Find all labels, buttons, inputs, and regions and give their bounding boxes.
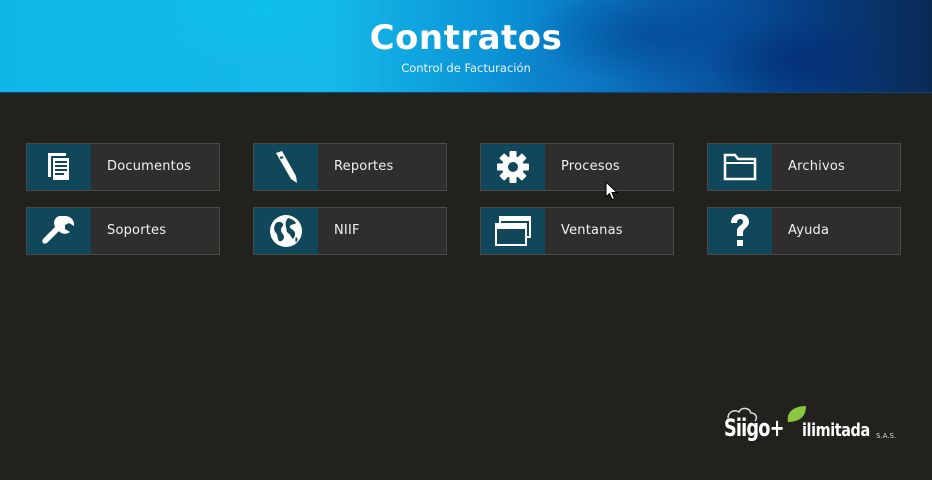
document-icon	[27, 144, 91, 190]
page-title: Contratos	[369, 18, 563, 58]
question-icon	[708, 208, 772, 254]
menu-label: Ayuda	[788, 223, 830, 238]
logo-suffix: S.A.S.	[876, 432, 897, 440]
menu-button-reportes[interactable]: Reportes	[253, 143, 447, 191]
menu-label: Reportes	[334, 159, 394, 174]
menu-button-ayuda[interactable]: Ayuda	[707, 207, 901, 255]
pen-icon	[254, 144, 318, 190]
menu-button-soportes[interactable]: Soportes	[26, 207, 220, 255]
menu-button-niif[interactable]: NIIF	[253, 207, 447, 255]
menu-label: Ventanas	[561, 223, 623, 238]
page-subtitle: Control de Facturación	[401, 61, 531, 75]
menu-button-ventanas[interactable]: Ventanas	[480, 207, 674, 255]
menu-label: Archivos	[788, 159, 845, 174]
company-logo: Siigo+ ilimitada S.A.S.	[722, 404, 902, 454]
windows-icon	[481, 208, 545, 254]
menu-button-documentos[interactable]: Documentos	[26, 143, 220, 191]
globe-icon	[254, 208, 318, 254]
mouse-cursor-icon	[605, 181, 619, 201]
wrench-icon	[27, 208, 91, 254]
logo-brand: Siigo+	[724, 414, 784, 442]
menu-label: NIIF	[334, 223, 360, 238]
menu-button-procesos[interactable]: Procesos	[480, 143, 674, 191]
menu-label: Soportes	[107, 223, 167, 238]
menu-button-archivos[interactable]: Archivos	[707, 143, 901, 191]
menu-label: Documentos	[107, 159, 192, 174]
logo-company: ilimitada	[802, 420, 870, 441]
gear-icon	[481, 144, 545, 190]
app-header: Contratos Control de Facturación	[0, 0, 932, 93]
folder-icon	[708, 144, 772, 190]
